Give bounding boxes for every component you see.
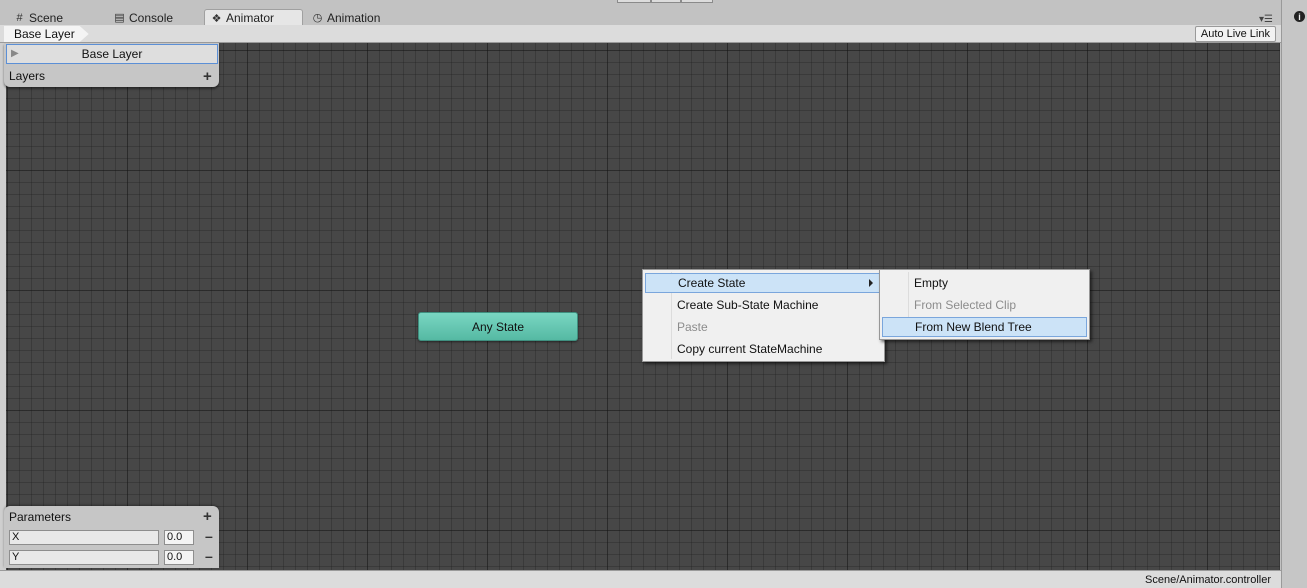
menu-item-create-sub-state-machine[interactable]: Create Sub-State Machine xyxy=(645,295,882,315)
layers-panel: ▶ Base Layer Layers + xyxy=(4,43,219,87)
menu-item-label: From Selected Clip xyxy=(914,298,1017,312)
status-bar: Scene/Animator.controller xyxy=(0,570,1281,588)
menu-item-create-state[interactable]: Create State xyxy=(645,273,882,293)
expand-triangle-icon[interactable]: ▶ xyxy=(11,48,19,59)
tab-label: Animation xyxy=(327,10,381,25)
tab-label: Console xyxy=(129,10,174,25)
tab-options-icon[interactable]: ▾☰ xyxy=(1259,14,1273,25)
inspector-strip: i xyxy=(1281,0,1307,588)
any-state-node[interactable]: Any State xyxy=(418,312,578,341)
menu-item-from-selected-clip[interactable]: From Selected Clip xyxy=(882,295,1087,315)
menu-item-label: From New Blend Tree xyxy=(915,320,1032,334)
layer-item-base-layer[interactable]: ▶ Base Layer xyxy=(6,44,218,64)
animator-icon: ❖ xyxy=(211,12,222,25)
info-icon[interactable]: i xyxy=(1294,11,1305,22)
menu-item-paste[interactable]: Paste xyxy=(645,317,882,337)
menu-item-label: Empty xyxy=(914,276,949,290)
menu-item-label: Create Sub-State Machine xyxy=(677,298,819,312)
add-parameter-plus-icon[interactable]: + xyxy=(203,509,212,524)
context-menu: Create State Create Sub-State Machine Pa… xyxy=(642,269,885,362)
editor-tab-strip: # Scene ▤ Console ❖ Animator ◷ Animation… xyxy=(0,0,1307,26)
parameter-row: X 0.0 – xyxy=(9,529,219,545)
parameter-name-field[interactable]: X xyxy=(9,530,159,545)
create-state-submenu: Empty From Selected Clip From New Blend … xyxy=(879,269,1090,340)
menu-item-copy-current-statemachine[interactable]: Copy current StateMachine xyxy=(645,339,882,359)
tab-animation[interactable]: ◷ Animation xyxy=(306,9,386,26)
remove-parameter-icon[interactable]: – xyxy=(205,529,213,543)
menu-item-label: Paste xyxy=(677,320,708,334)
controller-path: Scene/Animator.controller xyxy=(1145,574,1271,586)
parameter-row: Y 0.0 – xyxy=(9,549,219,565)
tab-scene[interactable]: # Scene xyxy=(8,9,69,26)
parameter-name-field[interactable]: Y xyxy=(9,550,159,565)
menu-item-from-new-blend-tree[interactable]: From New Blend Tree xyxy=(882,317,1087,337)
tab-label: Animator xyxy=(226,11,275,25)
console-icon: ▤ xyxy=(114,12,125,24)
clock-icon: ◷ xyxy=(312,12,323,24)
remove-parameter-icon[interactable]: – xyxy=(205,549,213,563)
layers-header: Layers xyxy=(9,69,46,83)
add-layer-plus-icon[interactable]: + xyxy=(203,69,212,84)
parameters-panel: Parameters + X 0.0 – Y 0.0 – xyxy=(4,506,219,568)
parameters-header: Parameters xyxy=(9,510,72,524)
auto-live-link-button[interactable]: Auto Live Link xyxy=(1194,26,1276,42)
pause-button[interactable] xyxy=(651,0,681,3)
parameter-value-field[interactable]: 0.0 xyxy=(164,530,194,545)
submenu-arrow-icon xyxy=(869,279,873,287)
tab-console[interactable]: ▤ Console xyxy=(108,9,179,26)
animator-toolbar: Base Layer Auto Live Link xyxy=(0,25,1281,43)
menu-item-label: Copy current StateMachine xyxy=(677,342,823,356)
tab-label: Scene xyxy=(29,10,64,25)
menu-item-label: Create State xyxy=(678,276,746,290)
grid-icon: # xyxy=(16,11,23,24)
tab-animator[interactable]: ❖ Animator xyxy=(204,9,303,26)
parameter-value-field[interactable]: 0.0 xyxy=(164,550,194,565)
layer-label: Base Layer xyxy=(81,47,143,61)
menu-item-empty[interactable]: Empty xyxy=(882,273,1087,293)
step-button[interactable] xyxy=(681,0,713,3)
play-button[interactable] xyxy=(617,0,651,3)
breadcrumb[interactable]: Base Layer xyxy=(4,26,89,42)
